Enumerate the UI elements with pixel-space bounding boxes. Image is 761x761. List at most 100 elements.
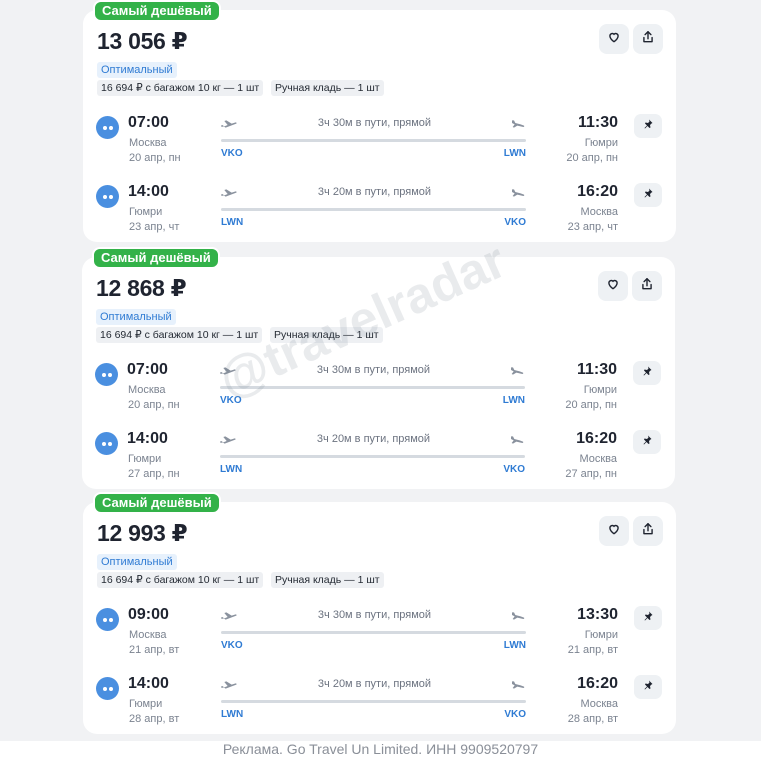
plane-takeoff-icon bbox=[221, 678, 237, 690]
share-icon bbox=[641, 30, 655, 49]
arrival-time: 16:20 bbox=[577, 183, 618, 200]
departure-airport-code: VKO bbox=[221, 640, 243, 651]
flight-leg[interactable]: 14:00 Гюмри 27 апр, пн 3ч 20м в пути, пр… bbox=[82, 426, 675, 486]
arrival-time: 16:20 bbox=[576, 430, 617, 447]
departure-date: 23 апр, чт bbox=[129, 221, 180, 233]
route-line bbox=[221, 208, 526, 211]
share-button[interactable] bbox=[633, 24, 663, 54]
plane-takeoff-icon bbox=[221, 186, 237, 198]
route-line bbox=[221, 631, 526, 634]
arrival-airport-code: VKO bbox=[504, 217, 526, 228]
share-button[interactable] bbox=[633, 516, 663, 546]
route-line bbox=[220, 386, 525, 389]
share-icon bbox=[641, 522, 655, 541]
plane-takeoff-icon bbox=[220, 364, 236, 376]
arrival-city: Москва bbox=[580, 698, 618, 710]
flight-duration: 3ч 20м в пути, прямой bbox=[317, 186, 432, 198]
departure-time: 07:00 bbox=[128, 114, 169, 131]
arrival-date: 28 апр, вт bbox=[567, 713, 618, 725]
flight-leg[interactable]: 07:00 Москва 20 апр, пн 3ч 30м в пути, п… bbox=[82, 357, 675, 417]
baggage-tag[interactable]: 16 694 ₽ с багажом 10 кг — 1 шт bbox=[97, 572, 264, 588]
pin-icon bbox=[642, 117, 654, 135]
flight-leg[interactable]: 07:00 Москва 20 апр, пн 3ч 30м в пути, п… bbox=[83, 110, 676, 170]
pin-icon bbox=[641, 433, 653, 451]
cheapest-badge: Самый дешёвый bbox=[93, 0, 221, 22]
departure-date: 21 апр, вт bbox=[129, 644, 180, 656]
departure-time: 14:00 bbox=[127, 430, 168, 447]
heart-icon bbox=[607, 30, 621, 49]
departure-city: Гюмри bbox=[129, 206, 163, 218]
hand-luggage-tag: Ручная кладь — 1 шт bbox=[271, 80, 384, 96]
departure-date: 28 апр, вт bbox=[129, 713, 180, 725]
arrival-city: Гюмри bbox=[583, 384, 617, 396]
pin-button[interactable] bbox=[633, 361, 661, 385]
pin-button[interactable] bbox=[634, 114, 662, 138]
tariff-badge: Оптимальный bbox=[96, 309, 176, 325]
route-line bbox=[220, 455, 525, 458]
plane-takeoff-icon bbox=[221, 609, 237, 621]
flight-duration: 3ч 30м в пути, прямой bbox=[316, 364, 431, 376]
arrival-city: Гюмри bbox=[584, 137, 618, 149]
plane-landing-icon bbox=[510, 609, 526, 621]
arrival-airport-code: LWN bbox=[503, 640, 526, 651]
flight-duration: 3ч 30м в пути, прямой bbox=[317, 117, 432, 129]
pin-button[interactable] bbox=[633, 430, 661, 454]
arrival-time: 11:30 bbox=[577, 114, 618, 131]
share-button[interactable] bbox=[632, 271, 662, 301]
airline-logo-icon bbox=[96, 677, 119, 700]
pin-icon bbox=[642, 186, 654, 204]
tariff-badge: Оптимальный bbox=[97, 62, 177, 78]
departure-airport-code: LWN bbox=[220, 464, 243, 475]
airline-logo-icon bbox=[95, 363, 118, 386]
pin-button[interactable] bbox=[634, 675, 662, 699]
flight-leg[interactable]: 09:00 Москва 21 апр, вт 3ч 30м в пути, п… bbox=[83, 602, 676, 662]
offer-card[interactable]: Самый дешёвый 12 993 ₽ Оптимальный 16 694 ₽… bbox=[83, 492, 676, 734]
flight-leg[interactable]: 14:00 Гюмри 23 апр, чт 3ч 20м в пути, пр… bbox=[83, 179, 676, 239]
arrival-time: 11:30 bbox=[576, 361, 617, 378]
arrival-time: 16:20 bbox=[577, 675, 618, 692]
arrival-airport-code: VKO bbox=[504, 709, 526, 720]
arrival-city: Гюмри bbox=[584, 629, 618, 641]
price: 12 868 ₽ bbox=[96, 275, 187, 301]
arrival-date: 27 апр, пн bbox=[565, 468, 617, 480]
departure-airport-code: LWN bbox=[221, 217, 244, 228]
flight-duration: 3ч 20м в пути, прямой bbox=[317, 678, 432, 690]
plane-landing-icon bbox=[510, 186, 526, 198]
arrival-airport-code: VKO bbox=[503, 464, 525, 475]
pin-button[interactable] bbox=[634, 606, 662, 630]
price: 12 993 ₽ bbox=[97, 520, 188, 546]
flight-duration: 3ч 30м в пути, прямой bbox=[317, 609, 432, 621]
baggage-tag[interactable]: 16 694 ₽ с багажом 10 кг — 1 шт bbox=[96, 327, 263, 343]
baggage-tag[interactable]: 16 694 ₽ с багажом 10 кг — 1 шт bbox=[97, 80, 264, 96]
departure-time: 09:00 bbox=[128, 606, 169, 623]
departure-city: Москва bbox=[128, 384, 166, 396]
route-line bbox=[221, 139, 526, 142]
route-line bbox=[221, 700, 526, 703]
arrival-city: Москва bbox=[580, 206, 618, 218]
offer-card[interactable]: Самый дешёвый 13 056 ₽ Оптимальный 16 694 ₽… bbox=[83, 0, 676, 242]
favorite-button[interactable] bbox=[598, 271, 628, 301]
arrival-date: 20 апр, пн bbox=[566, 152, 618, 164]
pin-icon bbox=[642, 678, 654, 696]
cheapest-badge: Самый дешёвый bbox=[92, 247, 220, 269]
arrival-date: 21 апр, вт bbox=[567, 644, 618, 656]
heart-icon bbox=[607, 522, 621, 541]
plane-takeoff-icon bbox=[220, 433, 236, 445]
flight-leg[interactable]: 14:00 Гюмри 28 апр, вт 3ч 20м в пути, пр… bbox=[83, 671, 676, 731]
departure-city: Москва bbox=[129, 629, 167, 641]
flight-duration: 3ч 20м в пути, прямой bbox=[316, 433, 431, 445]
plane-landing-icon bbox=[509, 433, 525, 445]
pin-icon bbox=[642, 609, 654, 627]
offer-card[interactable]: Самый дешёвый 12 868 ₽ Оптимальный 16 694 ₽… bbox=[82, 247, 675, 489]
arrival-airport-code: LWN bbox=[503, 148, 526, 159]
pin-icon bbox=[641, 364, 653, 382]
heart-icon bbox=[606, 277, 620, 296]
departure-date: 27 апр, пн bbox=[128, 468, 180, 480]
favorite-button[interactable] bbox=[599, 516, 629, 546]
arrival-city: Москва bbox=[579, 453, 617, 465]
plane-takeoff-icon bbox=[221, 117, 237, 129]
airline-logo-icon bbox=[96, 608, 119, 631]
favorite-button[interactable] bbox=[599, 24, 629, 54]
departure-date: 20 апр, пн bbox=[129, 152, 181, 164]
pin-button[interactable] bbox=[634, 183, 662, 207]
